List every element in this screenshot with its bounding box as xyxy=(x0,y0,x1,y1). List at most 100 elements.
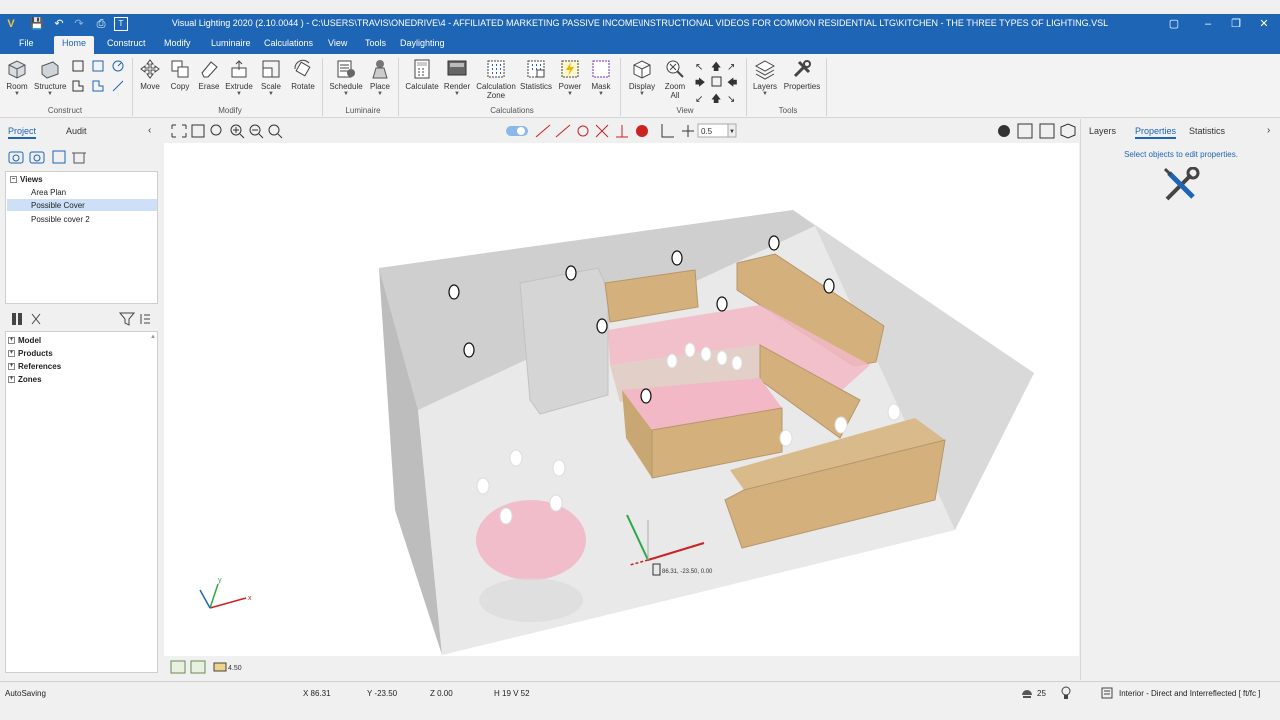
pendant-light[interactable] xyxy=(779,429,793,447)
menu-calculations[interactable]: Calculations xyxy=(264,38,313,48)
expand-icon[interactable]: + xyxy=(8,376,15,384)
menu-file[interactable]: File xyxy=(19,38,34,48)
zoom-extents-icon[interactable] xyxy=(171,124,187,138)
tab-statistics[interactable]: Statistics xyxy=(1189,126,1225,136)
mask-button[interactable]: Mask ▼ xyxy=(588,58,614,97)
scrollbar[interactable]: ▲ xyxy=(150,334,156,670)
close-button[interactable]: ✕ xyxy=(1250,16,1278,32)
tree-node-views[interactable]: – Views xyxy=(10,175,43,184)
arrow-left-icon[interactable]: 🡆 xyxy=(695,78,705,89)
pendant-light[interactable] xyxy=(549,494,563,512)
tree-node-zones[interactable]: + Zones xyxy=(8,375,42,384)
arrow-up-right-icon[interactable]: ↗ xyxy=(727,62,735,73)
pendant-light[interactable] xyxy=(716,350,728,366)
schedule-button[interactable]: Schedule ▼ xyxy=(328,58,364,97)
help-button[interactable]: ▢ xyxy=(1160,16,1188,32)
tree-item-view[interactable]: Area Plan xyxy=(31,188,66,197)
zoom-icon[interactable] xyxy=(268,124,280,136)
calculator-icon[interactable] xyxy=(1101,687,1113,699)
render-button[interactable]: Render ▼ xyxy=(443,58,471,97)
erase-button[interactable]: Erase xyxy=(197,58,221,91)
tab-audit[interactable]: Audit xyxy=(66,126,87,136)
can-light[interactable] xyxy=(768,235,780,251)
menu-view[interactable]: View xyxy=(328,38,347,48)
tree-node-products[interactable]: + Products xyxy=(8,349,53,358)
structure-button[interactable]: Structure ▼ xyxy=(34,58,66,97)
can-light[interactable] xyxy=(596,318,608,334)
menu-home[interactable]: Home xyxy=(54,36,95,54)
trash-icon[interactable] xyxy=(73,152,85,164)
can-light[interactable] xyxy=(565,265,577,281)
zoom-previous-icon[interactable] xyxy=(210,124,222,136)
cross-snap-icon[interactable] xyxy=(595,124,609,138)
pendant-light[interactable] xyxy=(684,342,696,358)
line-tool[interactable] xyxy=(112,80,124,94)
zoom-window-icon[interactable] xyxy=(191,124,205,138)
menu-modify[interactable]: Modify xyxy=(164,38,191,48)
display-button[interactable]: Display ▼ xyxy=(626,58,658,97)
arrow-down-left-icon[interactable]: ↙ xyxy=(695,94,703,104)
maximize-button[interactable]: ❐ xyxy=(1222,16,1250,32)
pendant-light[interactable] xyxy=(834,416,848,434)
tree-item-view[interactable]: Possible cover 2 xyxy=(31,215,90,224)
tab-layers[interactable]: Layers xyxy=(1089,126,1116,136)
pendant-light[interactable] xyxy=(499,507,513,525)
scale-button[interactable]: Scale ▼ xyxy=(259,58,283,97)
3d-viewport[interactable]: 86.31, -23.50, 0.00 x y xyxy=(164,119,1079,656)
single-view-icon[interactable] xyxy=(1039,123,1055,139)
pendant-light[interactable] xyxy=(731,355,743,371)
ruler-icon[interactable] xyxy=(213,662,227,672)
menu-construct[interactable]: Construct xyxy=(107,38,146,48)
rectangle-tool[interactable] xyxy=(72,60,84,74)
save-view-icon[interactable] xyxy=(52,150,66,164)
pendant-light[interactable] xyxy=(509,449,523,467)
circle-tool[interactable] xyxy=(112,60,124,74)
filter-icon[interactable] xyxy=(118,312,136,326)
arrow-up-icon[interactable]: 🡅 xyxy=(711,61,721,73)
pendant-light[interactable] xyxy=(700,346,712,362)
dining-table[interactable] xyxy=(476,500,586,580)
pendant-light[interactable] xyxy=(887,403,901,421)
can-light[interactable] xyxy=(640,388,652,404)
ortho-icon[interactable] xyxy=(661,124,674,138)
room-button[interactable]: Room ▼ xyxy=(4,58,30,97)
menu-daylighting[interactable]: Daylighting xyxy=(400,38,445,48)
target-icon[interactable] xyxy=(636,125,648,137)
line-red-2-icon[interactable] xyxy=(555,124,571,138)
tree-node-model[interactable]: + Model xyxy=(8,336,41,345)
rotate-button[interactable]: Rotate xyxy=(290,58,316,91)
refrigerator[interactable] xyxy=(519,267,609,415)
can-light[interactable] xyxy=(463,342,475,358)
arrow-up-left-icon[interactable]: ↖ xyxy=(695,62,703,73)
menu-luminaire[interactable]: Luminaire xyxy=(211,38,251,48)
select-filter-icon[interactable] xyxy=(31,313,41,325)
can-light[interactable] xyxy=(716,296,728,312)
circle-snap-icon[interactable] xyxy=(577,125,589,137)
grid-snap-icon[interactable] xyxy=(682,125,694,137)
plan-view-icon[interactable] xyxy=(711,76,722,87)
zoom-all-button[interactable]: Zoom All xyxy=(662,58,688,100)
move-button[interactable]: Move xyxy=(138,58,162,91)
calculation-zone-button[interactable]: Calculation Zone xyxy=(474,58,518,100)
calculation-mode[interactable]: Interior - Direct and Interreflected [ f… xyxy=(1119,689,1260,698)
collapse-panel-icon[interactable]: ‹ xyxy=(148,125,151,136)
polygon-tool[interactable] xyxy=(92,60,104,74)
arrow-right-icon[interactable]: 🡄 xyxy=(727,78,737,89)
extrude-button[interactable]: Extrude ▼ xyxy=(225,58,253,97)
3d-view-icon[interactable] xyxy=(1060,123,1076,139)
arrow-down-right-icon[interactable]: ↘ xyxy=(727,94,735,104)
properties-button[interactable]: Properties xyxy=(783,58,821,91)
image-icon[interactable] xyxy=(170,660,186,674)
tree-item-view-selected[interactable]: Possible Cover xyxy=(7,199,157,211)
collapse-icon[interactable]: – xyxy=(10,176,17,184)
picture-icon[interactable] xyxy=(190,660,206,674)
scroll-up-icon[interactable]: ▲ xyxy=(150,334,156,340)
menu-tools[interactable]: Tools xyxy=(365,38,386,48)
pendant-light[interactable] xyxy=(666,353,678,369)
shape-tool-2[interactable] xyxy=(92,80,104,94)
binoculars-icon[interactable] xyxy=(12,313,16,325)
layers-button[interactable]: Layers ▼ xyxy=(752,58,778,97)
scene-canvas[interactable]: 86.31, -23.50, 0.00 x y xyxy=(164,119,1079,656)
power-button[interactable]: Power ▼ xyxy=(556,58,584,97)
tab-properties[interactable]: Properties xyxy=(1135,126,1177,139)
